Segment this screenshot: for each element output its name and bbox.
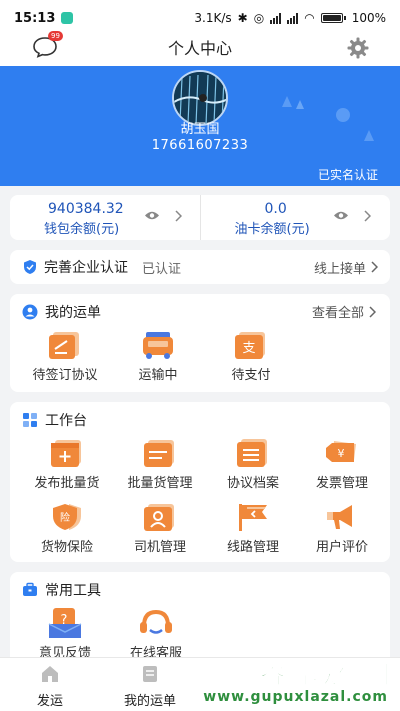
workbench-item-label: 司机管理 [133,540,186,555]
battery-level: 100% [351,11,386,25]
eye-icon[interactable] [333,210,349,221]
svg-text:支: 支 [242,341,255,356]
tool-item-service[interactable]: 在线客服 [111,608,201,661]
decoration-sail-icon [282,96,292,107]
publish-cargo-icon [51,440,81,467]
auth-title: 完善企业认证 [44,260,128,276]
cargo-manage-icon [144,440,174,467]
workbench-grid-icon [23,413,37,427]
insurance-icon: 险 [53,504,81,530]
workbench-item-driver[interactable]: 司机管理 [115,502,205,555]
fuel-card-label: 油卡余额(元) [234,222,310,237]
shield-check-icon [24,260,36,274]
decoration-sail-icon [296,100,304,109]
invoice-icon: ¥ [326,441,356,462]
eye-icon[interactable] [144,210,160,221]
waybill-item-sign[interactable]: 待签订协议 [20,330,110,383]
pay-icon: 支 [235,332,265,359]
workbench-item-label: 线路管理 [226,540,279,555]
watermark-url: www.gupuxlazal.com [203,689,388,705]
sign-agreement-icon [49,332,79,359]
workbench-item-route[interactable]: 线路管理 [208,502,298,555]
watermark-brand: 谷普软件园 [259,660,390,690]
wallet-balance-label: 钱包余额(元) [44,222,120,237]
wifi-icon: ◠ [304,11,315,25]
headset-icon [140,609,172,634]
online-order-label: 线上接单 [313,261,366,277]
workbench-item-label: 发票管理 [315,476,368,491]
alarm-icon: ◎ [253,11,265,25]
tool-item-feedback[interactable]: ? 意见反馈 [20,608,110,661]
workbench-item-cargo-manage[interactable]: 批量货管理 [115,438,205,491]
battery-icon [320,13,346,23]
toolbox-icon [23,582,37,596]
agreement-archive-icon [237,439,267,467]
tab-label: 我的运单 [123,694,176,709]
home-icon [42,666,58,682]
wechat-notification-icon [61,12,74,24]
fuel-card-balance[interactable]: 0.0 油卡余额(元) [199,195,391,240]
page-title: 个人中心 [167,39,232,58]
signal-icon [270,12,282,24]
workbench-item-label: 用户评价 [315,540,368,555]
section-title: 常用工具 [45,583,101,599]
waybill-icon [143,666,157,682]
user-name: 胡玉国 [180,122,220,137]
route-flag-icon [239,504,267,531]
truck-icon [143,332,173,359]
workbench-item-label: 发布批量货 [34,476,100,491]
view-all-link[interactable]: 查看全部 [312,302,376,321]
online-order-link[interactable]: 线上接单 [314,258,378,277]
common-tools-section: 常用工具 ? 意见反馈 在线客服 [10,572,390,668]
view-all-label: 查看全部 [311,306,364,321]
waybill-item-label: 待支付 [231,368,271,383]
workbench-item-archive[interactable]: 协议档案 [208,438,298,491]
balance-card: 940384.32 钱包余额(元) 0.0 油卡余额(元) [10,195,390,240]
workbench-item-invoice[interactable]: ¥ 发票管理 [297,438,387,491]
chevron-right-icon [363,210,371,222]
feedback-icon: ? [48,608,82,638]
tab-my-waybill[interactable]: 我的运单 [110,664,190,709]
megaphone-icon [327,505,352,529]
workbench-item-publish[interactable]: 发布批量货 [22,438,112,491]
enterprise-auth-card[interactable]: 完善企业认证 已认证 线上接单 [10,250,390,284]
tab-label: 发运 [36,694,63,709]
gear-icon [347,37,369,59]
my-waybill-section: 我的运单 查看全部 待签订协议 运输中 支 待支付 [10,294,390,392]
waybill-item-pay[interactable]: 支 待支付 [206,330,296,383]
waybill-item-label: 运输中 [138,368,178,383]
verified-badge[interactable]: 已实名认证 [318,166,378,183]
bluetooth-icon: ✱ [237,11,248,25]
chevron-right-icon [175,210,182,222]
workbench-item-insurance[interactable]: 险 货物保险 [22,502,112,555]
watermark-logo: 谷普软件园 www.gupuxlazal.com [196,655,396,711]
auth-status: 已认证 [142,261,182,277]
signal-2-icon [287,12,299,24]
wallet-balance[interactable]: 940384.32 钱包余额(元) [10,195,200,240]
workbench-item-label: 货物保险 [40,540,93,555]
chevron-right-icon [371,261,378,273]
chevron-right-icon [369,305,376,318]
tab-ship[interactable]: 发运 [10,664,90,709]
network-speed: 3.1K/s [194,11,232,25]
svg-text:¥: ¥ [338,447,345,460]
user-phone: 17661607233 [151,138,249,153]
waybill-item-transport[interactable]: 运输中 [113,330,203,383]
section-title: 工作台 [45,413,87,429]
settings-button[interactable] [346,36,370,60]
workbench-item-label: 批量货管理 [127,476,193,491]
message-badge: 99 [48,31,63,41]
user-circle-icon [22,304,38,320]
top-header: 99 个人中心 [0,28,400,66]
workbench-section: 工作台 发布批量货 批量货管理 协议档案 ¥ 发票管理 险 货物保险 司机管理 … [10,402,390,562]
workbench-item-label: 协议档案 [226,476,279,491]
status-time: 15:13 [14,10,56,26]
driver-icon [144,504,174,531]
svg-text:险: 险 [60,511,70,524]
workbench-item-review[interactable]: 用户评价 [297,502,387,555]
waybill-item-label: 待签订协议 [32,368,98,383]
section-title: 我的运单 [45,305,101,321]
